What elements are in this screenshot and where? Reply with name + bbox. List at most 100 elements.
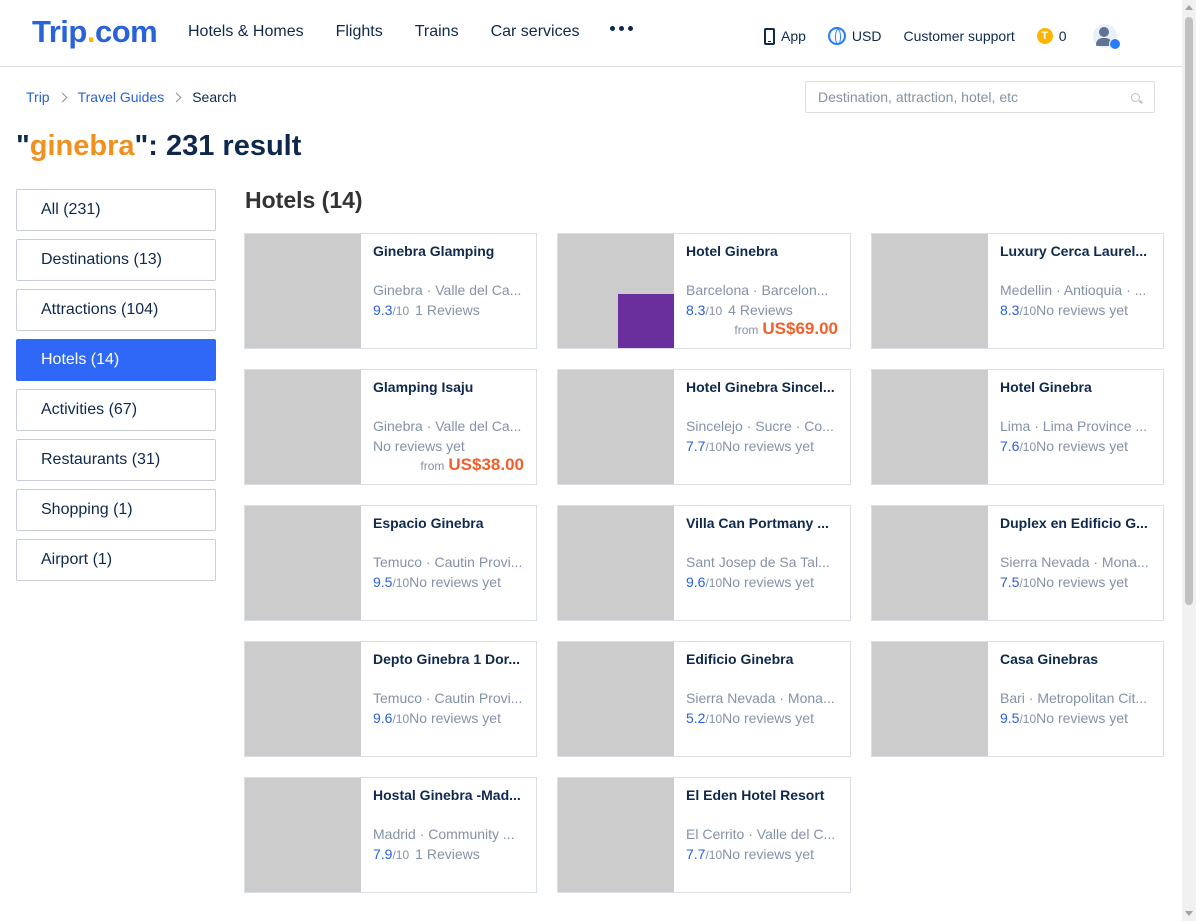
chevron-right-icon: [57, 92, 68, 102]
rating-score: 8.3: [686, 302, 706, 318]
hotel-card[interactable]: Glamping Isaju Ginebra · Valle del Ca... N…: [244, 369, 537, 485]
hotel-name[interactable]: Edificio Ginebra: [686, 651, 838, 667]
hotel-card[interactable]: Casa Ginebras Bari · Metropolitan Cit... 9…: [871, 641, 1164, 757]
hotel-photo[interactable]: [245, 506, 361, 620]
hotel-photo[interactable]: [558, 642, 674, 756]
hotel-rating: 9.5/10No reviews yet: [373, 574, 524, 590]
breadcrumb-travel-guides[interactable]: Travel Guides: [78, 89, 165, 105]
hotel-info: Espacio Ginebra Temuco · Cautin Provi... 9…: [361, 506, 536, 620]
hotel-name[interactable]: Villa Can Portmany ...: [686, 515, 838, 531]
hotel-photo[interactable]: [872, 642, 988, 756]
hotel-photo[interactable]: [558, 778, 674, 892]
hotel-photo[interactable]: [872, 370, 988, 484]
more-dots-icon[interactable]: [610, 26, 633, 31]
category-all[interactable]: All (231): [16, 189, 216, 231]
hotel-card[interactable]: Ginebra Glamping Ginebra · Valle del Ca..…: [244, 233, 537, 349]
review-count: No reviews yet: [373, 438, 465, 454]
hotel-card[interactable]: El Eden Hotel Resort El Cerrito · Valle d…: [557, 777, 851, 893]
hotel-card[interactable]: Edificio Ginebra Sierra Nevada · Mona... 5…: [557, 641, 851, 757]
hotel-location: Sincelejo · Sucre · Co...: [686, 418, 834, 434]
hotel-name[interactable]: Hotel Ginebra: [1000, 379, 1151, 395]
hotel-info: Hotel Ginebra Sincel... Sincelejo · Sucre…: [674, 370, 850, 484]
hotel-photo[interactable]: [245, 778, 361, 892]
hotel-card[interactable]: Hotel Ginebra Lima · Lima Province ... 7.6…: [871, 369, 1164, 485]
hotel-name[interactable]: Casa Ginebras: [1000, 651, 1151, 667]
hotel-card[interactable]: Luxury Cerca Laurel... Medellin · Antioqu…: [871, 233, 1164, 349]
hotel-photo[interactable]: [872, 506, 988, 620]
hotel-name[interactable]: Luxury Cerca Laurel...: [1000, 243, 1151, 259]
hotel-photo[interactable]: [872, 234, 988, 348]
hotel-location: Bari · Metropolitan Cit...: [1000, 690, 1148, 706]
price-from-label: from: [734, 323, 759, 337]
nav-car-services[interactable]: Car services: [491, 23, 580, 41]
rating-scale: /10: [1019, 440, 1037, 454]
scroll-down-arrow-icon[interactable]: [1185, 911, 1193, 916]
nav-flights[interactable]: Flights: [336, 23, 383, 41]
review-count: 1 Reviews: [415, 302, 480, 318]
hotel-name[interactable]: Depto Ginebra 1 Dor...: [373, 651, 524, 667]
hotel-card[interactable]: Villa Can Portmany ... Sant Josep de Sa T…: [557, 505, 851, 621]
rating-scale: /10: [392, 576, 410, 590]
hotel-photo[interactable]: [558, 370, 674, 484]
rating-score: 9.3: [373, 302, 393, 318]
hotel-card[interactable]: Hostal Ginebra -Mad... Madrid · Community…: [244, 777, 537, 893]
rating-scale: /10: [705, 304, 723, 318]
search-input[interactable]: [806, 82, 1106, 112]
trip-logo[interactable]: Trip.com: [32, 14, 158, 50]
hotel-name[interactable]: Hotel Ginebra: [686, 243, 838, 259]
hotel-card[interactable]: Depto Ginebra 1 Dor... Temuco · Cautin Pr…: [244, 641, 537, 757]
hotel-card[interactable]: Duplex en Edificio G... Sierra Nevada · M…: [871, 505, 1164, 621]
category-activities[interactable]: Activities (67): [16, 389, 216, 431]
nav-hotels-homes[interactable]: Hotels & Homes: [188, 23, 304, 41]
avatar-badge: [1108, 38, 1121, 50]
search-icon[interactable]: [1131, 93, 1140, 102]
category-hotels[interactable]: Hotels (14): [16, 339, 216, 381]
site-header: Trip.com Hotels & Homes Flights Trains C…: [0, 0, 1182, 67]
account-menu[interactable]: [1089, 24, 1121, 50]
category-shopping[interactable]: Shopping (1): [16, 489, 216, 531]
hotel-name[interactable]: El Eden Hotel Resort: [686, 787, 838, 803]
breadcrumb-trip[interactable]: Trip: [26, 89, 50, 105]
hotel-photo[interactable]: [245, 234, 361, 348]
category-destinations[interactable]: Destinations (13): [16, 239, 216, 281]
trip-coins[interactable]: T 0: [1036, 28, 1067, 44]
rating-scale: /10: [1019, 304, 1037, 318]
hotel-rating: 7.7/10No reviews yet: [686, 846, 838, 862]
currency-label: USD: [851, 28, 882, 44]
header-utilities: App USD Customer support T 0: [764, 24, 1139, 50]
avatar: [1092, 24, 1121, 50]
hotel-photo[interactable]: [245, 370, 361, 484]
hotel-card[interactable]: Espacio Ginebra Temuco · Cautin Provi... 9…: [244, 505, 537, 621]
nav-trains[interactable]: Trains: [415, 23, 459, 41]
category-airport[interactable]: Airport (1): [16, 539, 216, 581]
hotel-rating: 7.9/10 1 Reviews: [373, 846, 524, 862]
hotel-card[interactable]: Hotel Ginebra Barcelona · Barcelon... 8.3/…: [557, 233, 851, 349]
rating-scale: /10: [705, 576, 723, 590]
category-attractions[interactable]: Attractions (104): [16, 289, 216, 331]
scroll-up-arrow-icon[interactable]: [1185, 5, 1193, 10]
review-count: No reviews yet: [722, 438, 814, 454]
page-scrollbar[interactable]: [1182, 0, 1196, 921]
hotel-name[interactable]: Glamping Isaju: [373, 379, 524, 395]
chevron-right-icon: [171, 92, 182, 102]
hotel-photo[interactable]: [558, 506, 674, 620]
hotel-name[interactable]: Hostal Ginebra -Mad...: [373, 787, 524, 803]
hotel-name[interactable]: Ginebra Glamping: [373, 243, 524, 259]
category-restaurants[interactable]: Restaurants (31): [16, 439, 216, 481]
scroll-thumb[interactable]: [1185, 17, 1193, 605]
review-count: No reviews yet: [409, 574, 501, 590]
hotel-photo[interactable]: [245, 642, 361, 756]
rating-scale: /10: [392, 304, 410, 318]
hotel-rating: 8.3/10 4 Reviews: [686, 302, 838, 318]
hotel-name[interactable]: Espacio Ginebra: [373, 515, 524, 531]
hotel-photo[interactable]: [558, 234, 674, 348]
hotel-location: Barcelona · Barcelon...: [686, 282, 829, 298]
currency-selector[interactable]: USD: [827, 27, 882, 45]
hotel-card[interactable]: Hotel Ginebra Sincel... Sincelejo · Sucre…: [557, 369, 851, 485]
category-sidebar: All (231) Destinations (13) Attractions …: [16, 189, 216, 589]
result-count-text: ": 231 result: [134, 130, 302, 162]
customer-support-link[interactable]: Customer support: [903, 28, 1014, 44]
hotel-name[interactable]: Duplex en Edificio G...: [1000, 515, 1151, 531]
hotel-name[interactable]: Hotel Ginebra Sincel...: [686, 379, 838, 395]
app-link[interactable]: App: [764, 27, 806, 45]
